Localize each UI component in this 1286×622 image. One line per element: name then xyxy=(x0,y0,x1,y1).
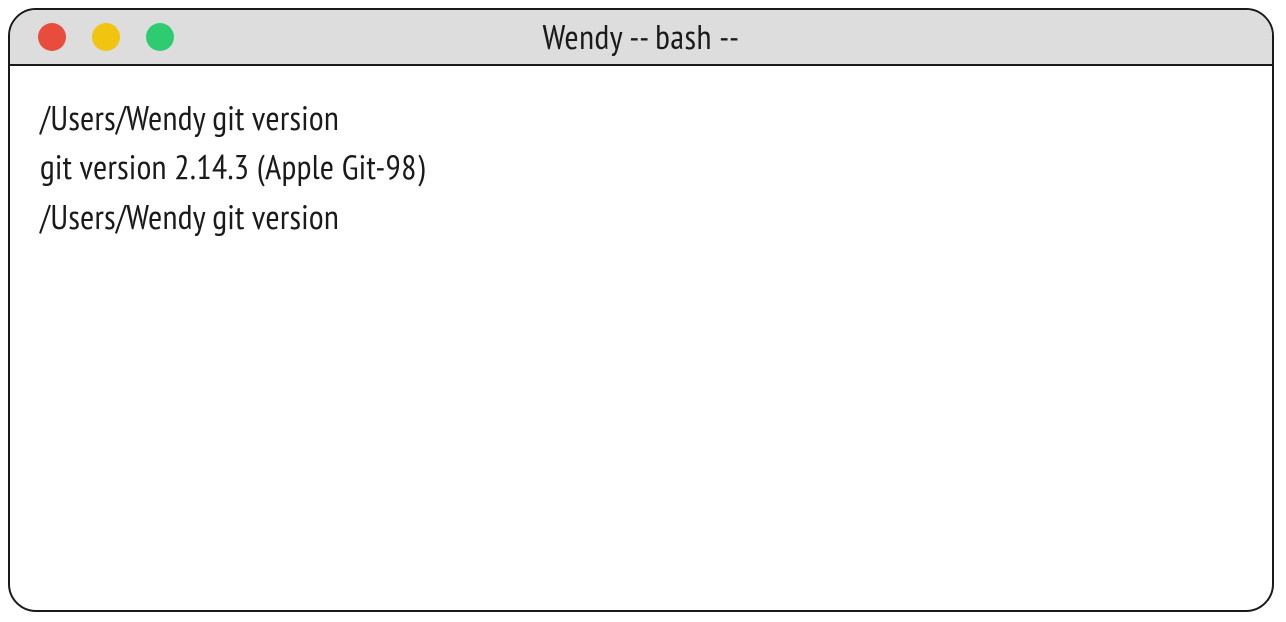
terminal-body[interactable]: /Users/Wendy git version git version 2.1… xyxy=(10,66,1272,270)
terminal-line: git version 2.14.3 (Apple Git-98) xyxy=(40,143,1242,192)
maximize-button[interactable] xyxy=(146,23,174,51)
window-title: Wendy -- bash -- xyxy=(10,15,1272,59)
terminal-line: /Users/Wendy git version xyxy=(40,94,1242,143)
terminal-window: Wendy -- bash -- /Users/Wendy git versio… xyxy=(8,8,1274,612)
terminal-line: /Users/Wendy git version xyxy=(40,193,1242,242)
minimize-button[interactable] xyxy=(92,23,120,51)
traffic-lights xyxy=(38,23,174,51)
title-bar: Wendy -- bash -- xyxy=(10,10,1272,66)
close-button[interactable] xyxy=(38,23,66,51)
